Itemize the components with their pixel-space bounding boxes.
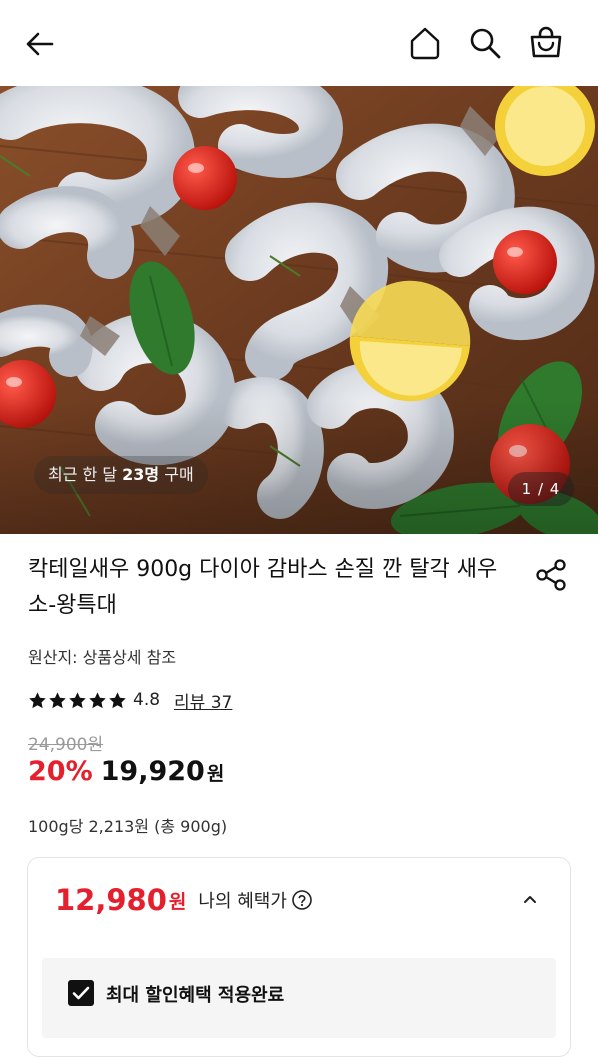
max-discount-applied-label: 최대 할인혜택 적용완료 (106, 985, 285, 1006)
max-discount-applied-box: 최대 할인혜택 적용완료 (42, 958, 556, 1038)
star-icon (109, 691, 126, 708)
shopping-bag-icon[interactable] (526, 22, 566, 62)
discount-rate: 20% (28, 756, 93, 787)
review-count-link[interactable]: 리뷰 37 (174, 688, 232, 713)
country-of-origin: 원산지: 상품상세 참조 (28, 648, 177, 667)
star-icon (49, 691, 66, 708)
help-circle-icon[interactable] (291, 889, 313, 911)
chevron-up-icon[interactable] (520, 889, 540, 909)
buyers-suffix: 구매 (159, 465, 194, 484)
top-app-bar (0, 0, 598, 86)
search-icon[interactable] (466, 24, 504, 62)
my-benefit-price-card: 12,980 원 나의 혜택가 최대 할인혜택 적용완료 (27, 857, 571, 1057)
benefit-header[interactable]: 12,980 원 나의 혜택가 (28, 858, 570, 942)
star-icon (29, 691, 46, 708)
back-arrow-icon[interactable] (22, 26, 58, 62)
sale-price-row: 20% 19,920 원 (28, 756, 224, 794)
star-icon (89, 691, 106, 708)
benefit-label: 나의 혜택가 (198, 891, 287, 912)
checkbox-checked-icon[interactable] (68, 980, 94, 1006)
benefit-price: 12,980 (55, 883, 167, 917)
home-icon[interactable] (406, 24, 444, 62)
sale-price: 19,920 (100, 756, 205, 787)
image-pager-indicator: 1 / 4 (508, 472, 574, 506)
recent-buyers-badge: 최근 한 달 23명 구매 (34, 456, 208, 494)
product-title: 칵테일새우 900g 다이아 감바스 손질 깐 탈각 새우 소-왕특대 (28, 557, 498, 618)
rating-row: 4.8 리뷰 37 (28, 686, 232, 714)
rating-score: 4.8 (133, 690, 161, 710)
star-rating (28, 691, 127, 710)
sale-price-unit: 원 (206, 763, 225, 785)
product-image-carousel[interactable]: 최근 한 달 23명 구매 1 / 4 (0, 86, 598, 534)
share-icon[interactable] (532, 556, 570, 594)
star-icon (69, 691, 86, 708)
unit-price: 100g당 2,213원 (총 900g) (28, 817, 228, 836)
original-price: 24,900원 (28, 735, 104, 755)
buyers-prefix: 최근 한 달 (48, 465, 123, 484)
benefit-price-unit: 원 (168, 890, 187, 913)
buyers-count: 23명 (122, 465, 160, 484)
